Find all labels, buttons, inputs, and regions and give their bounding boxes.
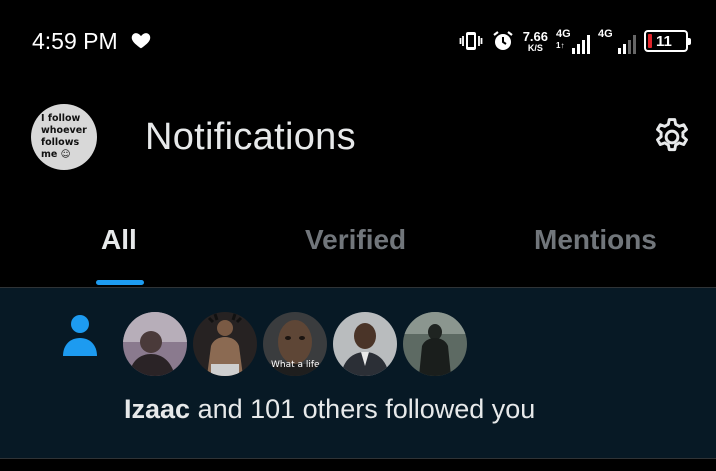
tab-all[interactable]: All (101, 224, 137, 256)
tab-mentions[interactable]: Mentions (534, 224, 657, 256)
battery-level: 11 (656, 32, 672, 50)
notification-message: and 101 others followed you (190, 394, 536, 424)
sim1-signal: 4G 1↑ (556, 28, 590, 54)
profile-avatar[interactable]: I follow whoever follows me ☺ (31, 104, 97, 170)
sim2-network-label: 4G (598, 28, 613, 40)
status-bar: 4:59 PM 7.66 K/S 4G 1↑ 4G 11 (0, 0, 716, 80)
avatar-text-line: whoever (41, 125, 87, 136)
avatar-caption: What a life (271, 360, 320, 370)
avatar-text-line: I follow (41, 113, 81, 124)
tab-verified[interactable]: Verified (305, 224, 406, 256)
notification-text: Izaac and 101 others followed you (124, 394, 535, 425)
net-speed-value: 7.66 (522, 28, 548, 44)
sim1-network-label: 4G (556, 28, 571, 40)
notification-tabs: All Verified Mentions (0, 210, 716, 287)
vibrate-icon (459, 32, 483, 50)
status-time: 4:59 PM (32, 28, 118, 54)
active-tab-indicator (96, 280, 144, 285)
signal-icon (572, 35, 590, 54)
follower-avatar[interactable] (403, 312, 467, 376)
sim2-signal: 4G (598, 28, 636, 54)
avatar-text-line: me ☺ (41, 149, 71, 160)
battery-fill (648, 34, 652, 48)
signal-icon (618, 35, 636, 54)
alarm-icon (493, 31, 513, 50)
net-speed-unit: K/S (527, 42, 543, 53)
follower-avatar[interactable] (193, 312, 257, 376)
follower-avatar[interactable]: What a life (263, 312, 327, 376)
person-icon (63, 315, 97, 356)
gear-icon[interactable] (650, 115, 694, 159)
notification-divider (0, 458, 716, 459)
follower-avatar[interactable] (123, 312, 187, 376)
notification-actor[interactable]: Izaac (124, 394, 190, 424)
status-icons: 7.66 K/S 4G 1↑ 4G 11 (459, 26, 691, 56)
avatar-text-line: follows (41, 137, 80, 148)
sim1-network-sub: 1↑ (556, 41, 565, 50)
heart-icon (131, 33, 151, 49)
follower-avatar[interactable] (333, 312, 397, 376)
net-speed: 7.66 K/S (523, 30, 548, 53)
page-title: Notifications (145, 116, 356, 158)
battery-icon: 11 (644, 30, 691, 52)
